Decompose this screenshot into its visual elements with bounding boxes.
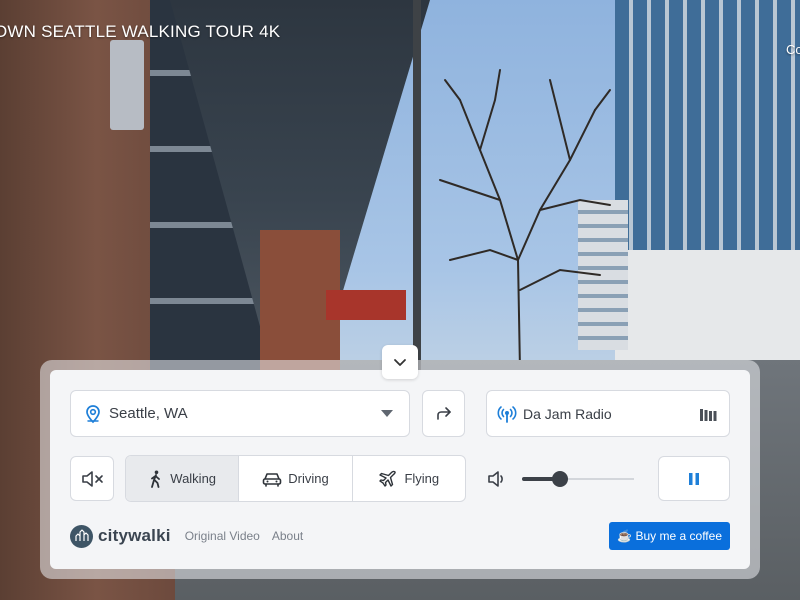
brand[interactable]: citywalki	[70, 524, 171, 548]
mode-walking-label: Walking	[170, 471, 217, 486]
volume-slider[interactable]	[522, 471, 634, 487]
red-sign	[326, 290, 406, 320]
chevron-down-icon	[394, 359, 406, 366]
radio-station-select[interactable]: Da Jam Radio	[486, 390, 730, 437]
panel-footer: citywalki Original Video About ☕ Buy me …	[70, 522, 730, 550]
dropdown-caret-icon	[381, 410, 393, 417]
mode-flying-button[interactable]: Flying	[353, 456, 465, 501]
mode-flying-label: Flying	[404, 471, 440, 486]
mute-video-button[interactable]	[70, 456, 114, 501]
collapse-panel-button[interactable]	[382, 345, 418, 379]
video-corner-clip: Co	[780, 36, 800, 60]
brand-name: citywalki	[98, 526, 171, 545]
about-link[interactable]: About	[272, 529, 303, 543]
pause-icon	[689, 472, 699, 485]
building-pillar	[110, 40, 144, 130]
equalizer-bars-icon	[700, 408, 717, 421]
share-arrow-icon	[436, 406, 451, 420]
original-video-link[interactable]: Original Video	[185, 529, 260, 543]
location-select[interactable]: Seattle, WA	[70, 390, 410, 437]
bare-tree	[439, 69, 611, 370]
broadcast-icon	[497, 405, 517, 423]
utility-pole	[413, 0, 421, 380]
buy-me-a-coffee-button[interactable]: ☕ Buy me a coffee	[609, 522, 730, 550]
walking-person-icon	[151, 470, 161, 488]
mode-walking-button[interactable]: Walking	[126, 456, 240, 501]
citywalki-logo-icon	[70, 524, 93, 548]
pause-button[interactable]	[658, 456, 730, 501]
city-skyline-glyph	[74, 529, 89, 541]
travel-mode-group: Walking Driving Flying	[125, 455, 466, 502]
building-right	[615, 0, 800, 380]
video-corner-text: Co	[786, 42, 800, 57]
radio-volume-control	[486, 463, 641, 495]
car-icon	[262, 472, 282, 487]
map-pin-icon	[86, 404, 100, 423]
volume-mute-icon	[82, 470, 103, 487]
radio-station-label: Da Jam Radio	[523, 405, 612, 422]
airplane-icon	[379, 470, 397, 487]
share-button[interactable]	[422, 390, 465, 437]
location-value: Seattle, WA	[109, 405, 188, 422]
video-title: OWN SEATTLE WALKING TOUR 4K	[0, 22, 281, 41]
mode-driving-label: Driving	[288, 471, 329, 486]
mode-driving-button[interactable]: Driving	[239, 456, 353, 501]
speaker-icon	[488, 471, 503, 487]
volume-slider-thumb[interactable]	[552, 471, 569, 487]
